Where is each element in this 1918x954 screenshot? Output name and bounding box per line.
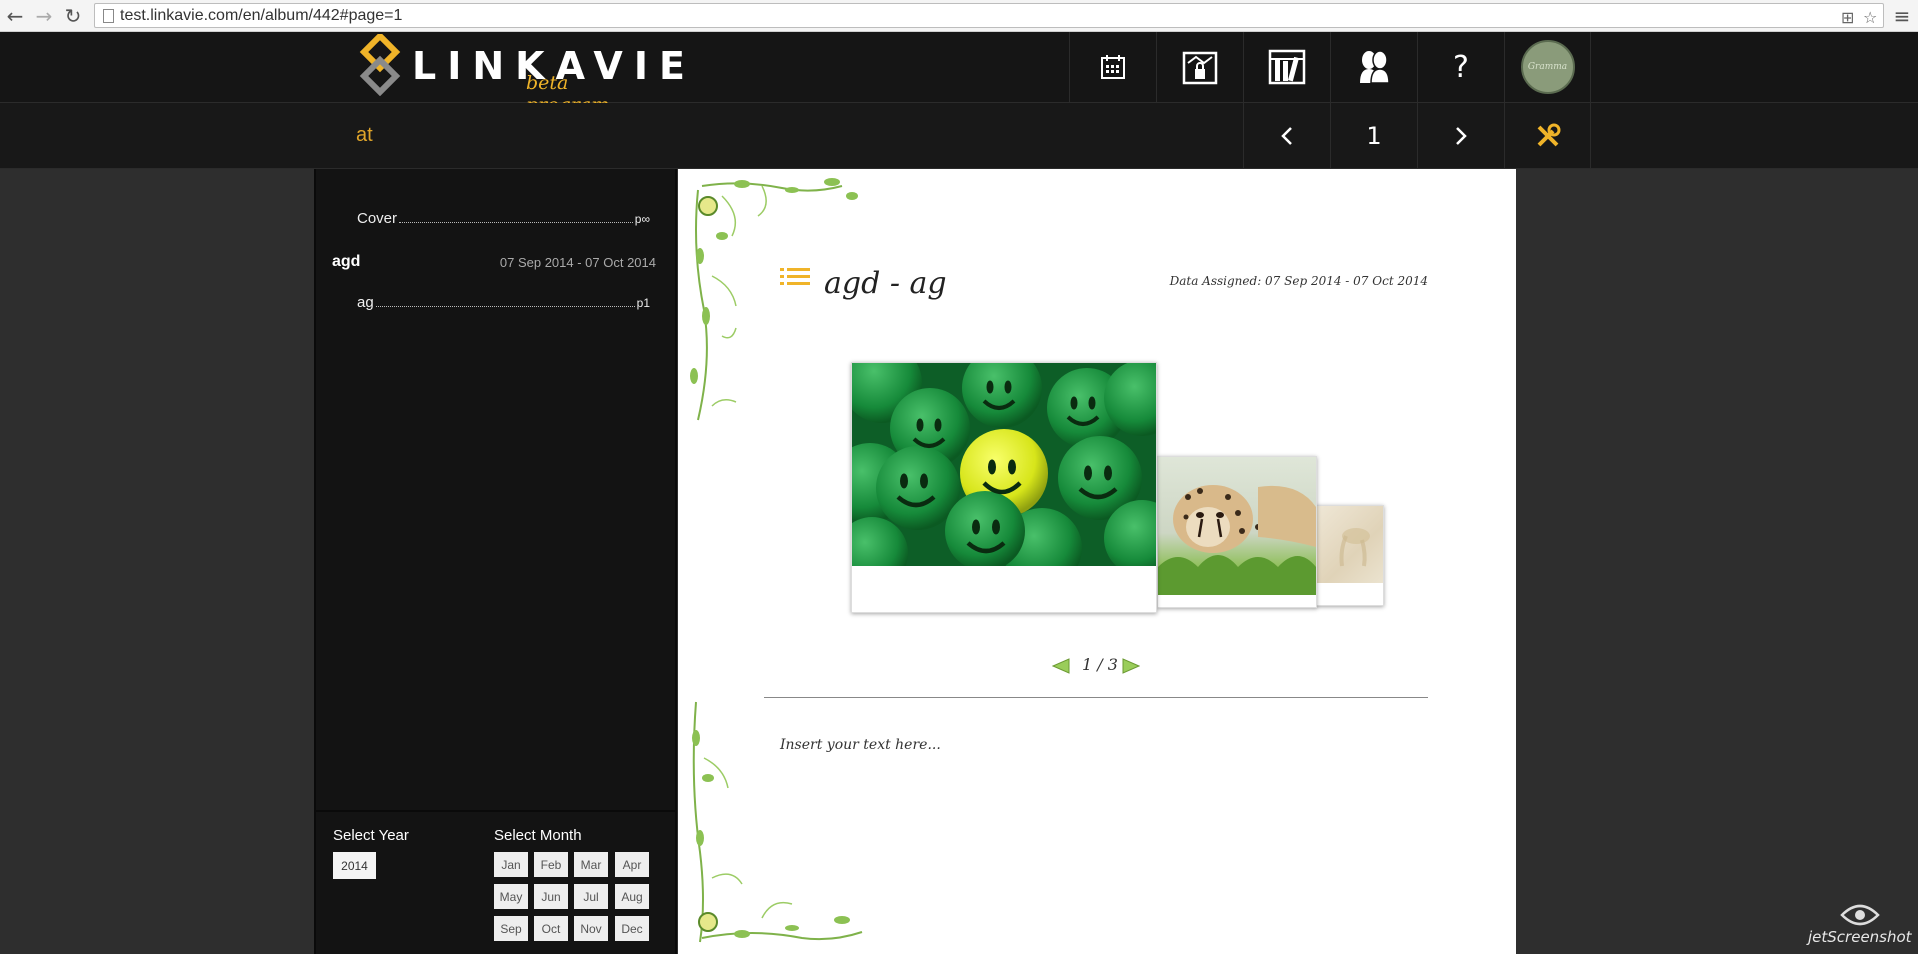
watermark-eye-icon xyxy=(1840,904,1880,926)
slide-next-arrow-icon[interactable] xyxy=(1122,658,1140,674)
page-icon xyxy=(103,9,114,23)
month-chip-dec[interactable]: Dec xyxy=(615,916,649,941)
people-icon xyxy=(1360,50,1390,84)
toc-item-page: p∞ xyxy=(634,212,650,226)
month-chip-jan[interactable]: Jan xyxy=(494,852,528,877)
reload-icon[interactable]: ↻ xyxy=(61,4,85,28)
prev-page-button[interactable] xyxy=(1243,103,1330,169)
page-date-assigned: Data Assigned: 07 Sep 2014 - 07 Oct 2014 xyxy=(1169,274,1428,288)
library-icon xyxy=(1268,49,1306,85)
back-arrow-icon[interactable]: ← xyxy=(3,4,27,28)
menu-icon[interactable]: ≡ xyxy=(1890,4,1914,28)
album-title: at xyxy=(356,124,373,146)
page-number: 1 xyxy=(1330,103,1417,169)
photo-image-2 xyxy=(1158,457,1316,595)
site-header xyxy=(0,32,1918,103)
page-divider xyxy=(764,697,1428,698)
calendar-button[interactable] xyxy=(1069,32,1156,102)
toc-item-page: p1 xyxy=(636,296,650,310)
month-chip-mar[interactable]: Mar xyxy=(574,852,608,877)
toc-item-cover[interactable]: Cover p∞ xyxy=(357,210,650,227)
translate-icon[interactable]: ⊞ xyxy=(1841,8,1854,27)
calendar-icon xyxy=(1101,55,1125,79)
photo-card-2[interactable] xyxy=(1157,456,1317,608)
month-chip-sep[interactable]: Sep xyxy=(494,916,528,941)
logo[interactable]: LINKAVIE beta program xyxy=(356,34,685,116)
bookmark-star-icon[interactable]: ☆ xyxy=(1863,8,1877,27)
month-chip-may[interactable]: May xyxy=(494,884,528,909)
toc-item-label: Cover xyxy=(357,210,398,227)
avatar-text: Gramma xyxy=(1527,62,1568,72)
toc-section-title[interactable]: agd xyxy=(332,253,360,271)
toc-item-label: ag xyxy=(357,294,374,311)
tools-button[interactable] xyxy=(1504,103,1591,169)
year-chip-2014[interactable]: 2014 xyxy=(333,852,376,879)
month-chip-aug[interactable]: Aug xyxy=(615,884,649,909)
avatar: Gramma xyxy=(1520,40,1575,94)
photo-image-1 xyxy=(852,363,1156,566)
people-button[interactable] xyxy=(1330,32,1417,102)
browser-toolbar: ← → ↻ test.linkavie.com/en/album/442#pag… xyxy=(0,0,1918,32)
url-text: test.linkavie.com/en/album/442#page=1 xyxy=(120,7,403,24)
month-chip-nov[interactable]: Nov xyxy=(574,916,608,941)
slide-prev-arrow-icon[interactable] xyxy=(1052,658,1070,674)
month-chip-jun[interactable]: Jun xyxy=(534,884,568,909)
chevron-right-icon xyxy=(1456,127,1467,145)
select-month-label: Select Month xyxy=(494,827,582,844)
photo-card-1[interactable] xyxy=(851,362,1157,613)
month-chip-feb[interactable]: Feb xyxy=(534,852,568,877)
month-chip-apr[interactable]: Apr xyxy=(615,852,649,877)
toc-item-ag[interactable]: ag p1 xyxy=(357,294,650,311)
list-icon[interactable] xyxy=(780,266,810,292)
toc-leader-dots xyxy=(399,222,633,223)
toc-section-date: 07 Sep 2014 - 07 Oct 2014 xyxy=(499,255,656,270)
slide-counter: 1 / 3 xyxy=(1082,655,1118,674)
chevron-left-icon xyxy=(1281,127,1292,145)
page-text-area[interactable]: Insert your text here... xyxy=(780,737,941,753)
help-button[interactable]: ? xyxy=(1417,32,1504,102)
photo-image-3 xyxy=(1316,506,1383,583)
forward-arrow-icon[interactable]: → xyxy=(32,4,56,28)
tools-icon xyxy=(1537,123,1560,147)
watermark-text: jetScreenshot xyxy=(1808,928,1912,946)
library-button[interactable] xyxy=(1243,32,1330,102)
toc-leader-dots xyxy=(375,306,635,307)
select-year-label: Select Year xyxy=(333,827,409,844)
month-chip-jul[interactable]: Jul xyxy=(574,884,608,909)
photo-card-3[interactable] xyxy=(1315,505,1384,606)
help-icon: ? xyxy=(1453,49,1469,85)
page-number-text: 1 xyxy=(1366,122,1382,150)
page-title[interactable]: agd - ag xyxy=(824,266,947,301)
next-page-button[interactable] xyxy=(1417,103,1504,169)
address-bar[interactable]: test.linkavie.com/en/album/442#page=1 ⊞ … xyxy=(94,3,1884,28)
album-lock-button[interactable] xyxy=(1156,32,1243,102)
month-chip-oct[interactable]: Oct xyxy=(534,916,568,941)
album-lock-icon xyxy=(1182,51,1218,85)
logo-mark-icon xyxy=(359,34,401,96)
avatar-button[interactable]: Gramma xyxy=(1504,32,1591,102)
album-toolbar xyxy=(0,103,1918,169)
